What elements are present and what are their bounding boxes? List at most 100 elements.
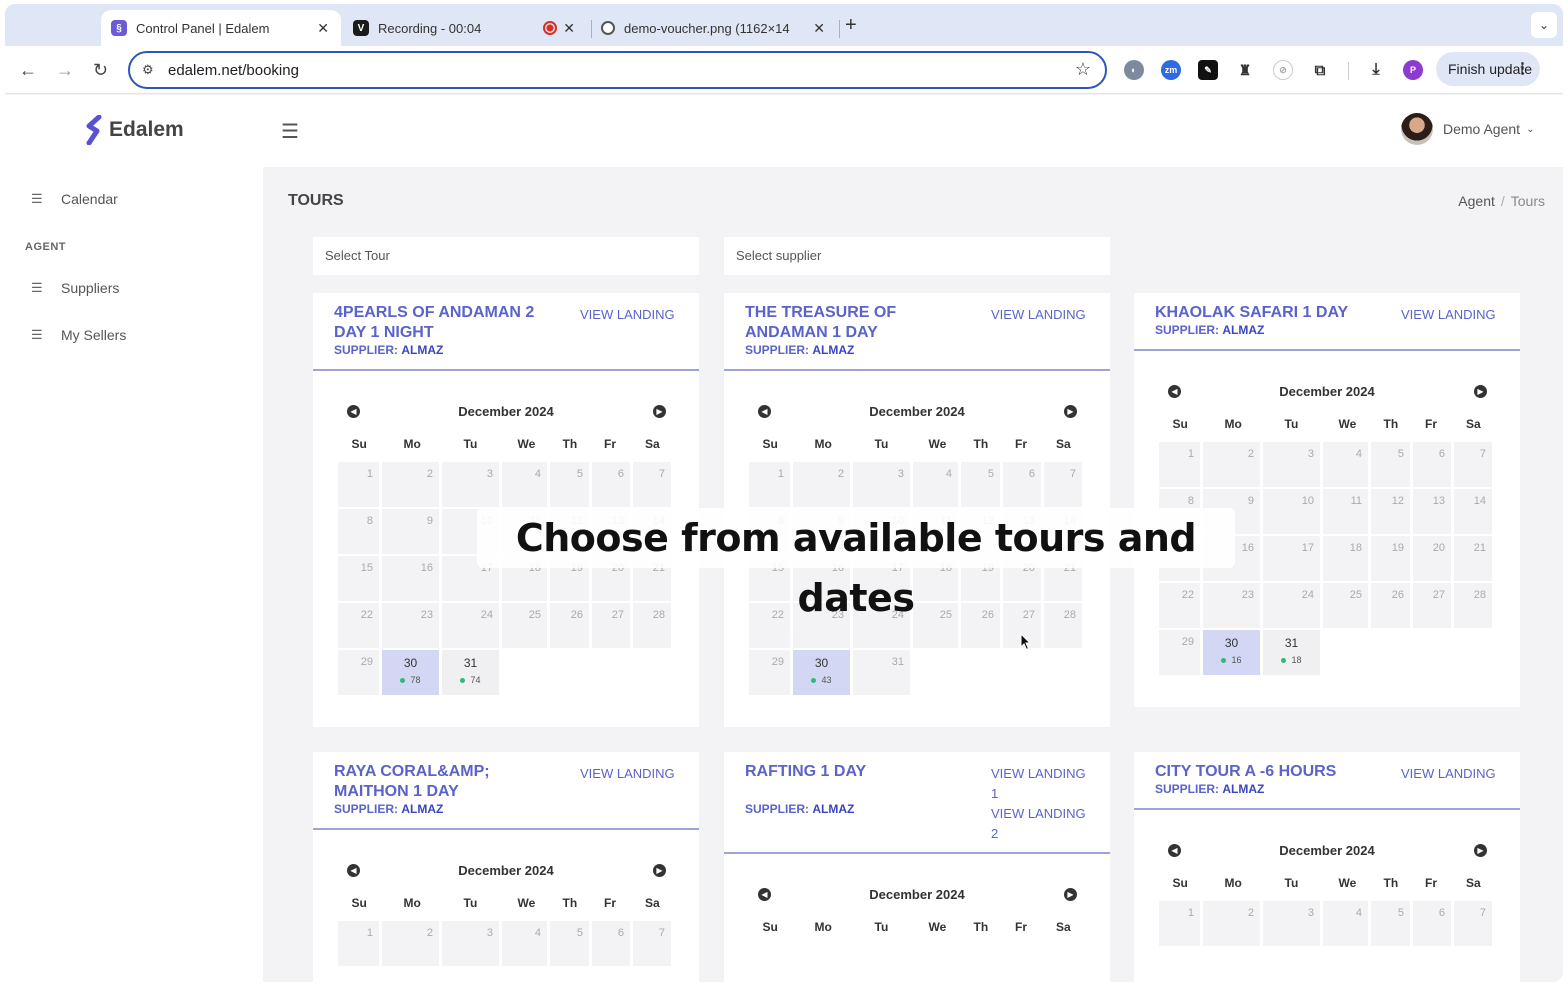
site-settings-icon[interactable]: ⚙ <box>142 62 154 78</box>
bookmark-star-icon[interactable]: ☆ <box>1075 59 1091 80</box>
address-url[interactable]: edalem.net/booking <box>168 62 299 79</box>
finish-update-button[interactable]: Finish update ⋮ <box>1436 52 1540 86</box>
calendar-day[interactable]: 31 18 <box>1263 630 1320 675</box>
extension-1-icon[interactable]: ◐ <box>1124 60 1144 80</box>
tour-title[interactable]: RAYA CORAL&AMP; MAITHON 1 DAY <box>334 762 554 802</box>
extension-5-icon[interactable]: ⊘ <box>1273 60 1293 80</box>
tour-card: RAYA CORAL&AMP; MAITHON 1 DAY SUPPLIER: A… <box>313 752 699 982</box>
tab-demo-voucher[interactable]: demo-voucher.png (1162×14 ✕ <box>601 10 837 46</box>
calendar-day: 5 <box>1371 901 1410 946</box>
weekday-label: Sa <box>645 896 660 910</box>
sidebar-item-calendar[interactable]: ☰ Calendar <box>31 191 118 207</box>
view-landing-link[interactable]: VIEW LANDING <box>580 305 680 325</box>
calendar-day: 15 <box>338 556 379 601</box>
calendar-day: 26 <box>550 603 589 648</box>
zoom-extension-icon[interactable]: zm <box>1161 60 1181 80</box>
select-supplier-dropdown[interactable]: Select supplier <box>724 237 1110 275</box>
tour-title[interactable]: CITY TOUR A -6 HOURS <box>1155 762 1375 782</box>
weekday-label: Th <box>562 437 578 451</box>
calendar-day: 23 <box>1203 583 1260 628</box>
calendar-day[interactable]: 30 78 <box>382 650 439 695</box>
weekday-label: Fr <box>1015 920 1027 934</box>
calendar-day: 3 <box>1263 901 1320 946</box>
list-icon: ☰ <box>31 280 43 295</box>
calendar-day: 21 <box>1454 536 1492 581</box>
close-tab-icon[interactable]: ✕ <box>813 20 825 37</box>
tour-card-header: CITY TOUR A -6 HOURS SUPPLIER: ALMAZ VIEW … <box>1134 752 1520 810</box>
calendar-month: December 2024 <box>458 863 554 878</box>
sidebar-item-suppliers[interactable]: ☰ Suppliers <box>31 280 119 296</box>
weekday-label: Tu <box>1284 876 1299 890</box>
calendar-day: 3 <box>853 462 910 507</box>
tab-search-chevron-icon[interactable]: ⌄ <box>1531 12 1557 38</box>
close-tab-icon[interactable]: ✕ <box>317 20 329 37</box>
calendar-day: 12 <box>1371 489 1410 534</box>
view-landing-link[interactable]: VIEW LANDING 2 <box>991 804 1091 844</box>
weekday-label: Fr <box>1425 876 1437 890</box>
new-tab-button[interactable]: + <box>845 14 857 37</box>
back-arrow-icon[interactable]: ← <box>19 60 37 81</box>
calendar-day: 4 <box>502 921 547 966</box>
supplier-name: ALMAZ <box>1222 323 1265 337</box>
tab-recording[interactable]: V Recording - 00:04 ✕ <box>353 10 587 46</box>
calendar-day: 19 <box>1371 536 1410 581</box>
profile-avatar-icon[interactable]: P <box>1403 60 1423 80</box>
calendar-day: 17 <box>1263 536 1320 581</box>
calendar-day: 27 <box>592 603 630 648</box>
calendar-day: 5 <box>550 462 589 507</box>
calendar-day: 7 <box>1454 901 1492 946</box>
supplier-label: SUPPLIER: <box>745 802 810 816</box>
tour-title[interactable]: KHAOLAK SAFARI 1 DAY <box>1155 303 1375 323</box>
view-landing-link[interactable]: VIEW LANDING <box>1401 305 1501 325</box>
breadcrumb-agent[interactable]: Agent <box>1458 193 1495 209</box>
tour-card-header: THE TREASURE OF ANDAMAN 1 DAY SUPPLIER: A… <box>724 293 1110 371</box>
calendar-day[interactable]: 30 43 <box>793 650 850 695</box>
calendar-month: December 2024 <box>869 404 965 419</box>
address-bar[interactable]: ⚙ edalem.net/booking ☆ <box>128 51 1107 89</box>
tab-control-panel[interactable]: § Control Panel | Edalem ✕ <box>101 10 341 46</box>
tour-title[interactable]: 4PEARLS OF ANDAMAN 2 DAY 1 NIGHT <box>334 303 554 343</box>
calendar-day: 4 <box>1323 442 1368 487</box>
view-landing-link[interactable]: VIEW LANDING <box>580 764 680 784</box>
calendar-day: 18 <box>1323 536 1368 581</box>
calendar-day: 7 <box>633 462 671 507</box>
calendar-month: December 2024 <box>1279 384 1375 399</box>
tour-supplier: SUPPLIER: ALMAZ <box>334 802 443 816</box>
user-menu[interactable]: Demo Agent ⌄ <box>1401 113 1534 145</box>
calendar-month: December 2024 <box>1279 843 1375 858</box>
calendar-day: 29 <box>338 650 379 695</box>
weekday-label: Th <box>1383 876 1399 890</box>
view-landing-link[interactable]: VIEW LANDING <box>1401 764 1501 784</box>
sidebar-section-heading: AGENT <box>25 241 66 253</box>
select-tour-dropdown[interactable]: Select Tour <box>313 237 699 275</box>
calendar-day[interactable]: 31 74 <box>442 650 499 695</box>
calendar-day: 10 <box>1263 489 1320 534</box>
extension-3-icon[interactable]: ✎ <box>1198 60 1218 80</box>
sidebar-item-my-sellers[interactable]: ☰ My Sellers <box>31 327 126 343</box>
close-tab-icon[interactable]: ✕ <box>563 20 575 37</box>
forward-arrow-icon[interactable]: → <box>56 60 74 81</box>
downloads-icon[interactable]: ⤓ <box>1366 60 1386 80</box>
kebab-menu-icon[interactable]: ⋮ <box>1515 59 1530 77</box>
calendar-day[interactable]: 30 16 <box>1203 630 1260 675</box>
tour-title[interactable]: RAFTING 1 DAY <box>745 762 965 782</box>
app-header: Edalem ☰ Demo Agent ⌄ <box>5 95 1563 167</box>
weekday-label: We <box>517 437 536 451</box>
extension-4-icon[interactable]: ♜ <box>1235 60 1255 80</box>
menu-toggle-icon[interactable]: ☰ <box>281 119 299 144</box>
tour-title[interactable]: THE TREASURE OF ANDAMAN 1 DAY <box>745 303 965 343</box>
view-landing-link[interactable]: VIEW LANDING <box>991 305 1091 325</box>
list-icon: ☰ <box>31 191 43 206</box>
calendar-day: 1 <box>338 462 379 507</box>
reload-icon[interactable]: ↻ <box>93 60 108 81</box>
view-landing-link[interactable]: VIEW LANDING 1 <box>991 764 1091 804</box>
weekday-label: Sa <box>1466 876 1481 890</box>
tab-divider <box>839 20 840 38</box>
calendar-day: 25 <box>913 603 958 648</box>
weekday-label: Mo <box>403 437 421 451</box>
supplier-name: ALMAZ <box>401 802 444 816</box>
calendar-day: 24 <box>1263 583 1320 628</box>
app-logo[interactable]: Edalem <box>85 115 184 145</box>
day-number: 31 <box>1284 636 1299 650</box>
extensions-puzzle-icon[interactable]: ⧉ <box>1310 60 1330 80</box>
